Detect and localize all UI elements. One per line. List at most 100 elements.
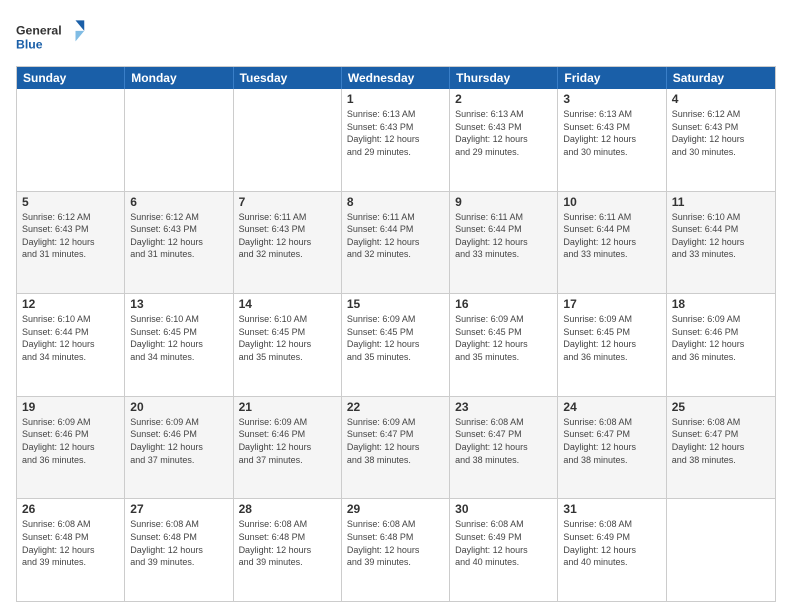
day-info: Sunrise: 6:09 AM Sunset: 6:45 PM Dayligh… bbox=[455, 313, 552, 363]
day-info: Sunrise: 6:10 AM Sunset: 6:44 PM Dayligh… bbox=[22, 313, 119, 363]
day-number: 5 bbox=[22, 195, 119, 209]
calendar-cell-r1-c6: 11 Sunrise: 6:10 AM Sunset: 6:44 PM Dayli… bbox=[667, 192, 775, 294]
calendar-row-4: 26 Sunrise: 6:08 AM Sunset: 6:48 PM Dayli… bbox=[17, 499, 775, 601]
calendar-cell-r4-c3: 29 Sunrise: 6:08 AM Sunset: 6:48 PM Dayli… bbox=[342, 499, 450, 601]
day-info: Sunrise: 6:08 AM Sunset: 6:48 PM Dayligh… bbox=[239, 518, 336, 568]
header-day-monday: Monday bbox=[125, 67, 233, 89]
day-info: Sunrise: 6:10 AM Sunset: 6:44 PM Dayligh… bbox=[672, 211, 770, 261]
calendar-cell-r0-c5: 3 Sunrise: 6:13 AM Sunset: 6:43 PM Daylig… bbox=[558, 89, 666, 191]
calendar-header: SundayMondayTuesdayWednesdayThursdayFrid… bbox=[17, 67, 775, 89]
calendar-cell-r2-c0: 12 Sunrise: 6:10 AM Sunset: 6:44 PM Dayli… bbox=[17, 294, 125, 396]
day-info: Sunrise: 6:11 AM Sunset: 6:44 PM Dayligh… bbox=[563, 211, 660, 261]
day-info: Sunrise: 6:11 AM Sunset: 6:44 PM Dayligh… bbox=[455, 211, 552, 261]
calendar-cell-r3-c6: 25 Sunrise: 6:08 AM Sunset: 6:47 PM Dayli… bbox=[667, 397, 775, 499]
day-info: Sunrise: 6:08 AM Sunset: 6:49 PM Dayligh… bbox=[563, 518, 660, 568]
day-number: 4 bbox=[672, 92, 770, 106]
day-number: 7 bbox=[239, 195, 336, 209]
calendar-cell-r1-c1: 6Sunrise: 6:12 AM Sunset: 6:43 PM Daylig… bbox=[125, 192, 233, 294]
day-info: Sunrise: 6:08 AM Sunset: 6:48 PM Dayligh… bbox=[347, 518, 444, 568]
calendar-row-0: 1 Sunrise: 6:13 AM Sunset: 6:43 PM Daylig… bbox=[17, 89, 775, 192]
day-number: 20 bbox=[130, 400, 227, 414]
header-day-wednesday: Wednesday bbox=[342, 67, 450, 89]
day-number: 10 bbox=[563, 195, 660, 209]
day-number: 22 bbox=[347, 400, 444, 414]
calendar-cell-r3-c1: 20 Sunrise: 6:09 AM Sunset: 6:46 PM Dayli… bbox=[125, 397, 233, 499]
calendar-cell-r1-c3: 8 Sunrise: 6:11 AM Sunset: 6:44 PM Daylig… bbox=[342, 192, 450, 294]
day-number: 13 bbox=[130, 297, 227, 311]
day-number: 29 bbox=[347, 502, 444, 516]
day-number: 25 bbox=[672, 400, 770, 414]
day-number: 30 bbox=[455, 502, 552, 516]
calendar-cell-r3-c2: 21 Sunrise: 6:09 AM Sunset: 6:46 PM Dayli… bbox=[234, 397, 342, 499]
calendar-cell-r4-c0: 26 Sunrise: 6:08 AM Sunset: 6:48 PM Dayli… bbox=[17, 499, 125, 601]
header-day-friday: Friday bbox=[558, 67, 666, 89]
calendar-row-1: 5 Sunrise: 6:12 AM Sunset: 6:43 PM Daylig… bbox=[17, 192, 775, 295]
calendar-cell-r0-c0 bbox=[17, 89, 125, 191]
day-info: Sunrise: 6:08 AM Sunset: 6:47 PM Dayligh… bbox=[672, 416, 770, 466]
day-info: Sunrise: 6:13 AM Sunset: 6:43 PM Dayligh… bbox=[563, 108, 660, 158]
calendar-cell-r1-c2: 7Sunrise: 6:11 AM Sunset: 6:43 PM Daylig… bbox=[234, 192, 342, 294]
day-info: Sunrise: 6:09 AM Sunset: 6:46 PM Dayligh… bbox=[22, 416, 119, 466]
day-info: Sunrise: 6:12 AM Sunset: 6:43 PM Dayligh… bbox=[672, 108, 770, 158]
calendar-cell-r2-c6: 18Sunrise: 6:09 AM Sunset: 6:46 PM Dayli… bbox=[667, 294, 775, 396]
calendar-cell-r3-c4: 23Sunrise: 6:08 AM Sunset: 6:47 PM Dayli… bbox=[450, 397, 558, 499]
day-number: 18 bbox=[672, 297, 770, 311]
calendar-cell-r2-c3: 15 Sunrise: 6:09 AM Sunset: 6:45 PM Dayli… bbox=[342, 294, 450, 396]
calendar-cell-r0-c1 bbox=[125, 89, 233, 191]
day-info: Sunrise: 6:08 AM Sunset: 6:47 PM Dayligh… bbox=[455, 416, 552, 466]
day-number: 24 bbox=[563, 400, 660, 414]
day-info: Sunrise: 6:09 AM Sunset: 6:45 PM Dayligh… bbox=[563, 313, 660, 363]
header-day-sunday: Sunday bbox=[17, 67, 125, 89]
day-info: Sunrise: 6:08 AM Sunset: 6:48 PM Dayligh… bbox=[22, 518, 119, 568]
day-number: 2 bbox=[455, 92, 552, 106]
day-info: Sunrise: 6:09 AM Sunset: 6:45 PM Dayligh… bbox=[347, 313, 444, 363]
day-number: 14 bbox=[239, 297, 336, 311]
day-number: 1 bbox=[347, 92, 444, 106]
day-number: 12 bbox=[22, 297, 119, 311]
calendar-cell-r4-c5: 31 Sunrise: 6:08 AM Sunset: 6:49 PM Dayli… bbox=[558, 499, 666, 601]
calendar-cell-r3-c5: 24 Sunrise: 6:08 AM Sunset: 6:47 PM Dayli… bbox=[558, 397, 666, 499]
calendar-cell-r2-c5: 17 Sunrise: 6:09 AM Sunset: 6:45 PM Dayli… bbox=[558, 294, 666, 396]
day-info: Sunrise: 6:13 AM Sunset: 6:43 PM Dayligh… bbox=[455, 108, 552, 158]
day-info: Sunrise: 6:12 AM Sunset: 6:43 PM Dayligh… bbox=[22, 211, 119, 261]
logo-svg: General Blue bbox=[16, 16, 86, 58]
calendar-cell-r1-c5: 10 Sunrise: 6:11 AM Sunset: 6:44 PM Dayli… bbox=[558, 192, 666, 294]
day-number: 11 bbox=[672, 195, 770, 209]
calendar-cell-r3-c3: 22 Sunrise: 6:09 AM Sunset: 6:47 PM Dayli… bbox=[342, 397, 450, 499]
header-day-saturday: Saturday bbox=[667, 67, 775, 89]
day-info: Sunrise: 6:08 AM Sunset: 6:48 PM Dayligh… bbox=[130, 518, 227, 568]
day-info: Sunrise: 6:13 AM Sunset: 6:43 PM Dayligh… bbox=[347, 108, 444, 158]
day-number: 28 bbox=[239, 502, 336, 516]
day-info: Sunrise: 6:08 AM Sunset: 6:47 PM Dayligh… bbox=[563, 416, 660, 466]
calendar-cell-r0-c4: 2 Sunrise: 6:13 AM Sunset: 6:43 PM Daylig… bbox=[450, 89, 558, 191]
day-number: 9 bbox=[455, 195, 552, 209]
day-number: 31 bbox=[563, 502, 660, 516]
calendar-row-3: 19 Sunrise: 6:09 AM Sunset: 6:46 PM Dayli… bbox=[17, 397, 775, 500]
calendar-row-2: 12 Sunrise: 6:10 AM Sunset: 6:44 PM Dayli… bbox=[17, 294, 775, 397]
day-number: 3 bbox=[563, 92, 660, 106]
calendar-cell-r1-c4: 9 Sunrise: 6:11 AM Sunset: 6:44 PM Daylig… bbox=[450, 192, 558, 294]
day-info: Sunrise: 6:09 AM Sunset: 6:46 PM Dayligh… bbox=[239, 416, 336, 466]
day-info: Sunrise: 6:09 AM Sunset: 6:47 PM Dayligh… bbox=[347, 416, 444, 466]
calendar-cell-r4-c1: 27Sunrise: 6:08 AM Sunset: 6:48 PM Dayli… bbox=[125, 499, 233, 601]
day-number: 17 bbox=[563, 297, 660, 311]
day-number: 15 bbox=[347, 297, 444, 311]
day-info: Sunrise: 6:11 AM Sunset: 6:44 PM Dayligh… bbox=[347, 211, 444, 261]
calendar-cell-r2-c2: 14 Sunrise: 6:10 AM Sunset: 6:45 PM Dayli… bbox=[234, 294, 342, 396]
day-number: 8 bbox=[347, 195, 444, 209]
day-info: Sunrise: 6:10 AM Sunset: 6:45 PM Dayligh… bbox=[239, 313, 336, 363]
day-info: Sunrise: 6:08 AM Sunset: 6:49 PM Dayligh… bbox=[455, 518, 552, 568]
day-number: 19 bbox=[22, 400, 119, 414]
calendar-cell-r4-c2: 28 Sunrise: 6:08 AM Sunset: 6:48 PM Dayli… bbox=[234, 499, 342, 601]
calendar-cell-r0-c6: 4 Sunrise: 6:12 AM Sunset: 6:43 PM Daylig… bbox=[667, 89, 775, 191]
calendar: SundayMondayTuesdayWednesdayThursdayFrid… bbox=[16, 66, 776, 602]
logo: General Blue bbox=[16, 16, 86, 58]
calendar-cell-r1-c0: 5 Sunrise: 6:12 AM Sunset: 6:43 PM Daylig… bbox=[17, 192, 125, 294]
day-info: Sunrise: 6:09 AM Sunset: 6:46 PM Dayligh… bbox=[130, 416, 227, 466]
svg-text:General: General bbox=[16, 23, 62, 37]
calendar-cell-r0-c2 bbox=[234, 89, 342, 191]
day-number: 26 bbox=[22, 502, 119, 516]
header-day-tuesday: Tuesday bbox=[234, 67, 342, 89]
day-number: 21 bbox=[239, 400, 336, 414]
calendar-cell-r2-c4: 16Sunrise: 6:09 AM Sunset: 6:45 PM Dayli… bbox=[450, 294, 558, 396]
